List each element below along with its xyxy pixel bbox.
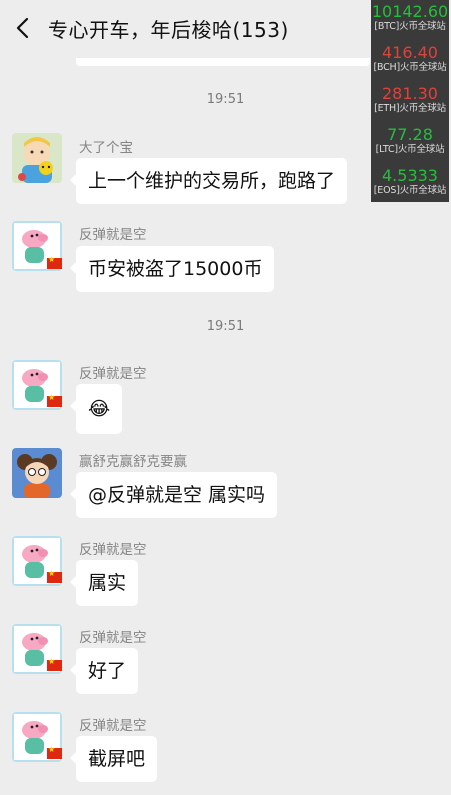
message-bubble[interactable]: @反弹就是空 属实吗 bbox=[69, 472, 278, 518]
china-flag-icon bbox=[47, 255, 62, 269]
avatar[interactable] bbox=[12, 448, 62, 498]
message-bubble[interactable]: 截屏吧 bbox=[69, 736, 158, 782]
ticker-item-btc: 10142.60 [BTC]火币全球站 bbox=[371, 3, 449, 33]
ticker-price: 281.30 bbox=[382, 84, 438, 103]
cartoon-girl-avatar-icon bbox=[12, 448, 62, 498]
ticker-source: [LTC]火币全球站 bbox=[375, 144, 445, 155]
message-bubble[interactable]: 好了 bbox=[69, 648, 139, 694]
china-flag-icon bbox=[47, 393, 62, 407]
ticker-source: [BTC]火币全球站 bbox=[374, 21, 446, 32]
sender-name: 反弹就是空 bbox=[79, 718, 147, 734]
sender-name: 反弹就是空 bbox=[79, 366, 147, 382]
ticker-source: [BCH]火币全球站 bbox=[373, 62, 447, 73]
ticker-source: [ETH]火币全球站 bbox=[374, 103, 446, 114]
china-flag-icon bbox=[47, 569, 62, 583]
price-ticker-overlay[interactable]: 10142.60 [BTC]火币全球站 416.40 [BCH]火币全球站 28… bbox=[371, 0, 449, 202]
baby-avatar-icon bbox=[12, 133, 62, 183]
ticker-price: 416.40 bbox=[382, 43, 438, 62]
ticker-price: 4.5333 bbox=[382, 166, 438, 185]
message-bubble[interactable]: 上一个维护的交易所，跑路了 bbox=[69, 158, 348, 204]
avatar[interactable] bbox=[12, 133, 62, 183]
emoji-message-bubble[interactable]: 😂 bbox=[69, 384, 123, 434]
timestamp: 19:51 bbox=[206, 319, 245, 334]
message-bubble[interactable]: 币安被盗了15000币 bbox=[69, 246, 275, 292]
sender-name: 反弹就是空 bbox=[79, 630, 147, 646]
ticker-item-ltc: 77.28 [LTC]火币全球站 bbox=[371, 126, 449, 156]
message-bubble[interactable]: 属实 bbox=[69, 560, 139, 606]
ticker-item-bch: 416.40 [BCH]火币全球站 bbox=[371, 44, 449, 74]
ticker-item-eth: 281.30 [ETH]火币全球站 bbox=[371, 85, 449, 115]
ticker-price: 77.28 bbox=[387, 125, 433, 144]
chat-title: 专心开车，年后梭哈(153) bbox=[48, 18, 289, 42]
ticker-price: 10142.60 bbox=[371, 2, 449, 21]
sender-name: 反弹就是空 bbox=[79, 542, 147, 558]
ticker-item-eos: 4.5333 [EOS]火币全球站 bbox=[371, 167, 449, 197]
sender-name: 赢舒克赢舒克要赢 bbox=[79, 454, 187, 470]
china-flag-icon bbox=[47, 745, 62, 759]
sender-name: 反弹就是空 bbox=[79, 227, 147, 243]
china-flag-icon bbox=[47, 657, 62, 671]
sender-name: 大了个宝 bbox=[79, 140, 133, 156]
ticker-source: [EOS]火币全球站 bbox=[373, 185, 447, 196]
back-arrow-icon[interactable] bbox=[10, 14, 38, 42]
